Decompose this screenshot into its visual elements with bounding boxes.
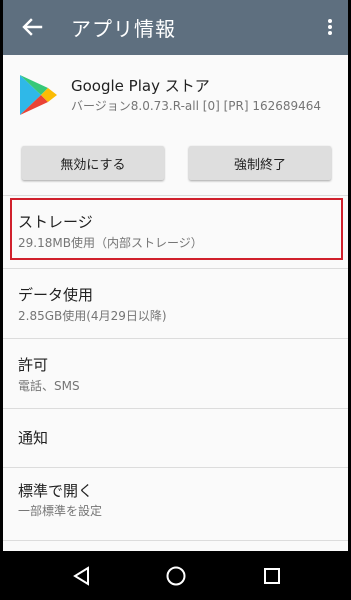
more-vert-icon [328,19,332,35]
settings-item-open-by-default[interactable]: 標準で開く 一部標準を設定 [3,468,348,538]
settings-item-title: 通知 [18,429,49,447]
google-play-icon [20,75,57,115]
navigation-bar [3,551,348,600]
settings-item-title: データ使用 [18,286,94,304]
settings-item-subtitle: 一部標準を設定 [18,504,103,518]
settings-item-subtitle: 2.85GB使用(4月29日以降) [18,309,167,323]
divider [3,540,348,541]
settings-item-notifications[interactable]: 通知 [3,409,348,467]
nav-recents-icon [264,568,280,584]
nav-home-button[interactable] [163,563,189,589]
app-version: バージョン8.0.73.R-all [0] [PR] 162689464 [71,99,322,113]
settings-item-title: 許可 [18,356,49,374]
settings-item-title: 標準で開く [18,482,94,500]
settings-item-title: ストレージ [18,213,93,231]
settings-item-subtitle: 電話、SMS [18,379,80,393]
nav-back-button[interactable] [69,563,95,589]
back-button[interactable] [17,12,47,42]
force-stop-button[interactable]: 強制終了 [189,146,331,180]
nav-recents-button[interactable] [259,563,285,589]
arrow-back-icon [22,18,43,36]
nav-back-icon [73,566,89,586]
page-title: アプリ情報 [71,17,176,41]
app-name: Google Play ストア [71,77,210,95]
settings-item-storage[interactable]: ストレージ 29.18MB使用（内部ストレージ） [3,196,348,262]
nav-home-icon [166,566,186,586]
settings-item-subtitle: 29.18MB使用（内部ストレージ） [18,236,203,250]
app-info-screen: アプリ情報 Google Play ストア バージョン8.0.73.R-all … [3,0,348,600]
disable-button[interactable]: 無効にする [22,146,164,180]
settings-item-permissions[interactable]: 許可 電話、SMS [3,339,348,407]
app-bar: アプリ情報 [3,0,348,55]
more-options-button[interactable] [318,12,342,42]
app-header: Google Play ストア バージョン8.0.73.R-all [0] [P… [3,55,348,137]
settings-item-data-usage[interactable]: データ使用 2.85GB使用(4月29日以降) [3,269,348,335]
